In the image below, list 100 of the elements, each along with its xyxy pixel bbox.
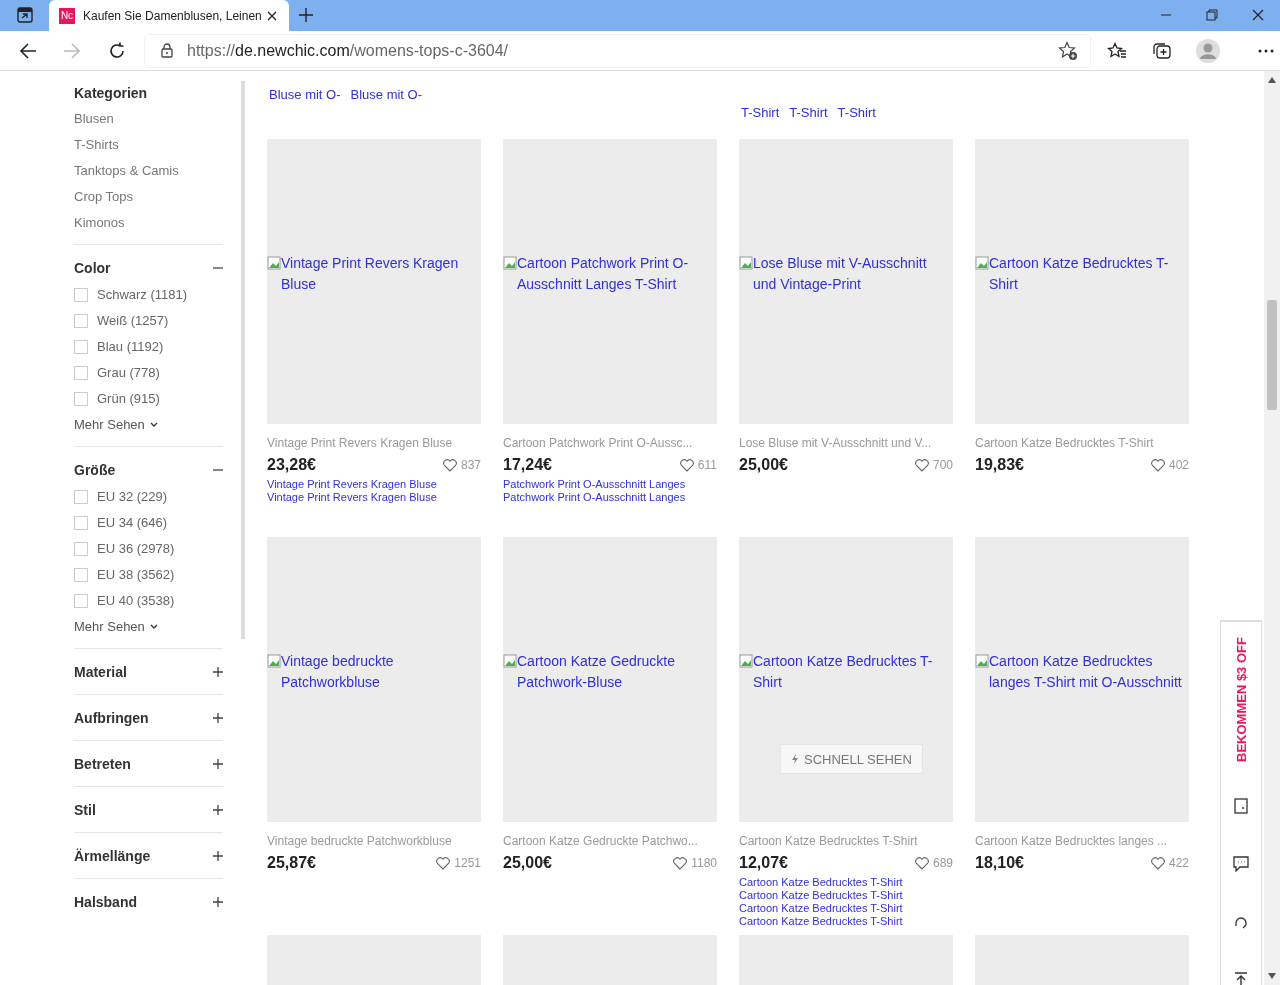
checkbox[interactable] bbox=[74, 287, 88, 302]
checkbox[interactable] bbox=[74, 515, 88, 530]
broken-image-icon bbox=[267, 256, 281, 270]
quick-view-button[interactable]: SCHNELL SEHEN bbox=[780, 744, 923, 774]
heart-icon bbox=[436, 856, 451, 870]
tab-actions-icon[interactable] bbox=[17, 7, 33, 23]
filter-title[interactable]: Größe bbox=[74, 461, 116, 478]
close-icon[interactable] bbox=[1252, 9, 1264, 21]
filter-title[interactable]: Betreten bbox=[74, 755, 131, 772]
category-link[interactable]: T-Shirts bbox=[74, 135, 223, 154]
filter-title[interactable]: Aufbringen bbox=[74, 709, 149, 726]
filter-option[interactable]: Blau (1192) bbox=[97, 339, 164, 354]
refresh-icon[interactable] bbox=[108, 41, 126, 60]
product-image-placeholder[interactable]: Cartoon Katze Bedrucktes T-Shirt SCHNELL SEHEN bbox=[739, 537, 953, 822]
filter-title[interactable]: Color bbox=[74, 259, 111, 276]
checkbox[interactable] bbox=[74, 313, 88, 328]
filter-title[interactable]: Halsband bbox=[74, 893, 137, 910]
address-bar[interactable]: https://de.newchic.com/womens-tops-c-3604/ bbox=[145, 34, 1090, 67]
lock-icon bbox=[161, 43, 173, 58]
product-price: 17,24€ bbox=[503, 456, 552, 474]
minus-icon[interactable] bbox=[213, 468, 223, 471]
broken-image-icon bbox=[975, 256, 989, 270]
checkbox[interactable] bbox=[74, 365, 88, 380]
heart-icon bbox=[679, 458, 694, 472]
heart-icon bbox=[914, 458, 929, 472]
favorites-icon[interactable] bbox=[1107, 41, 1127, 60]
scroll-up-icon[interactable] bbox=[1268, 77, 1276, 83]
product-image-placeholder[interactable]: Cartoon Katze Bedrucktes langes T-Shirt mit O-Ausschnitt bbox=[975, 537, 1189, 822]
filter-title[interactable]: Stil bbox=[74, 801, 96, 818]
plus-icon[interactable] bbox=[213, 804, 223, 815]
minus-icon[interactable] bbox=[213, 266, 223, 269]
category-link[interactable]: Tanktops & Camis bbox=[74, 161, 223, 180]
filter-option[interactable]: Grün (915) bbox=[97, 391, 160, 406]
product-image-placeholder[interactable]: Cartoon Katze Gedruckte Patchwork-Bluse bbox=[503, 537, 717, 822]
plus-icon[interactable] bbox=[213, 896, 223, 907]
filter-title[interactable]: Ärmellänge bbox=[74, 847, 151, 864]
product-image-placeholder[interactable]: Cartoon Patchwork Print O-Ausschnitt Langes T-Shirt bbox=[503, 139, 717, 424]
plus-icon[interactable] bbox=[213, 758, 223, 769]
chevron-down-icon[interactable] bbox=[149, 623, 158, 630]
broken-image-alt-text: Bluse mit O- bbox=[350, 87, 423, 102]
site-favicon: Nc bbox=[59, 7, 75, 24]
url-text: https://de.newchic.com/womens-tops-c-3604/ bbox=[187, 41, 510, 60]
product-image-placeholder[interactable]: Lose Bluse mit V-Ausschnitt und Vintage-Print bbox=[739, 139, 953, 424]
close-icon[interactable] bbox=[267, 10, 277, 21]
promo-link[interactable]: BEKOMMEN $3 OFF bbox=[1221, 621, 1261, 777]
browser-tab[interactable]: Nc Kaufen Sie Damenblusen, Leinen bbox=[49, 0, 289, 31]
product-price: 12,07€ bbox=[739, 854, 788, 872]
filter-option[interactable]: EU 40 (3538) bbox=[97, 593, 175, 608]
product-image-placeholder[interactable]: Vintage bedruckte Patchworkbluse bbox=[267, 537, 481, 822]
broken-image-alt-text: Patchwork Print O-Ausschnitt Langes bbox=[503, 491, 686, 503]
filter-option[interactable]: Schwarz (1181) bbox=[97, 287, 188, 302]
category-link[interactable]: Crop Tops bbox=[74, 187, 223, 206]
filter-option[interactable]: Weiß (1257) bbox=[97, 313, 169, 328]
broken-image-alt-text: Cartoon Katze Bedrucktes T-Shirt bbox=[739, 902, 903, 914]
heart-icon bbox=[1150, 856, 1165, 870]
checkbox[interactable] bbox=[74, 391, 88, 406]
lightning-icon bbox=[791, 754, 799, 764]
plus-icon[interactable] bbox=[213, 712, 223, 723]
broken-image-icon bbox=[267, 654, 281, 668]
filter-option[interactable]: EU 38 (3562) bbox=[97, 567, 175, 582]
chat-icon[interactable] bbox=[1233, 856, 1249, 872]
broken-image-icon bbox=[975, 654, 989, 668]
checkbox[interactable] bbox=[74, 593, 88, 608]
new-tab-icon[interactable] bbox=[299, 8, 313, 22]
product-price: 18,10€ bbox=[975, 854, 1024, 872]
back-icon[interactable] bbox=[19, 41, 37, 60]
broken-image-alt-text: Lose Bluse mit V-Ausschnitt und Vintage-Print bbox=[753, 254, 928, 294]
checkbox[interactable] bbox=[74, 541, 88, 556]
product-image-placeholder[interactable]: Cartoon Katze Bedrucktes T-Shirt bbox=[975, 139, 1189, 424]
scrollbar-thumb[interactable] bbox=[1267, 300, 1277, 410]
collections-icon[interactable] bbox=[1152, 41, 1172, 60]
filter-title[interactable]: Material bbox=[74, 663, 127, 680]
see-more-link[interactable]: Mehr Sehen bbox=[74, 417, 145, 432]
profile-avatar-icon[interactable] bbox=[1196, 38, 1220, 63]
product-price: 25,00€ bbox=[739, 456, 788, 474]
broken-image-alt-text: T-Shirt bbox=[837, 105, 876, 120]
more-icon[interactable] bbox=[1258, 48, 1274, 53]
filter-option[interactable]: EU 36 (2978) bbox=[97, 541, 175, 556]
category-link[interactable]: Blusen bbox=[74, 109, 223, 128]
tab-title: Kaufen Sie Damenblusen, Leinen bbox=[83, 8, 259, 23]
product-image-placeholder[interactable]: Vintage Print Revers Kragen Bluse bbox=[267, 139, 481, 424]
add-favorite-icon[interactable] bbox=[1058, 40, 1078, 61]
coupon-icon[interactable] bbox=[1234, 798, 1248, 814]
plus-icon[interactable] bbox=[213, 850, 223, 861]
back-to-top-icon[interactable] bbox=[1234, 972, 1248, 985]
see-more-link[interactable]: Mehr Sehen bbox=[74, 619, 145, 634]
plus-icon[interactable] bbox=[213, 666, 223, 677]
filter-option[interactable]: EU 34 (646) bbox=[97, 515, 168, 530]
category-link[interactable]: Kimonos bbox=[74, 213, 223, 232]
chevron-down-icon[interactable] bbox=[149, 421, 158, 428]
broken-image-icon bbox=[503, 256, 517, 270]
restore-icon[interactable] bbox=[1206, 9, 1218, 21]
broken-image-alt-text: Cartoon Patchwork Print O-Ausschnitt Langes T-Shirt bbox=[517, 254, 690, 294]
checkbox[interactable] bbox=[74, 567, 88, 582]
scroll-down-icon[interactable] bbox=[1268, 973, 1276, 979]
checkbox[interactable] bbox=[74, 489, 88, 504]
broken-image-alt-text: Vintage Print Revers Kragen Bluse bbox=[267, 491, 437, 503]
filter-option[interactable]: EU 32 (229) bbox=[97, 489, 168, 504]
checkbox[interactable] bbox=[74, 339, 88, 354]
filter-option[interactable]: Grau (778) bbox=[97, 365, 160, 380]
